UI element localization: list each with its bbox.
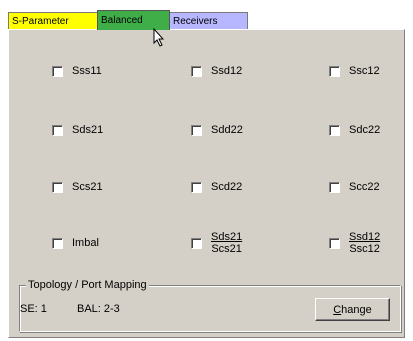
ratio-denominator: Scs21 — [211, 243, 242, 255]
checkbox-scd22[interactable]: Scd22 — [191, 172, 301, 202]
checkbox-box[interactable] — [52, 124, 63, 136]
checkbox-ssc12[interactable]: Ssc12 — [329, 56, 413, 86]
mouse-cursor-icon — [153, 28, 165, 47]
ratio-label: Ssd12 Ssc12 — [349, 231, 380, 255]
checkbox-label: Ssd12 — [211, 65, 243, 77]
checkbox-box[interactable] — [191, 237, 202, 249]
checkbox-label: Scd22 — [211, 181, 243, 193]
group-legend: Topology / Port Mapping — [26, 279, 149, 291]
bal-mapping: BAL: 2-3 — [77, 303, 120, 315]
checkbox-sdd22[interactable]: Sdd22 — [191, 115, 301, 145]
checkbox-box[interactable] — [329, 181, 340, 193]
checkbox-label: Scs21 — [72, 181, 103, 193]
ratio-numerator: Sds21 — [211, 231, 243, 243]
checkbox-sdc22[interactable]: Sdc22 — [329, 115, 413, 145]
checkbox-label: Imbal — [72, 237, 99, 249]
checkbox-label: Sss11 — [72, 65, 102, 77]
checkbox-sss11[interactable]: Sss11 — [52, 56, 162, 86]
checkbox-box[interactable] — [52, 237, 63, 249]
checkbox-label: Sds21 — [72, 124, 104, 136]
checkbox-label: Scc22 — [349, 181, 380, 193]
checkbox-box[interactable] — [191, 181, 202, 193]
checkbox-scc22[interactable]: Scc22 — [329, 172, 413, 202]
tab-s-parameter[interactable]: S-Parameter — [8, 12, 98, 29]
checkbox-sds21-over-scs21[interactable]: Sds21 Scs21 — [191, 228, 301, 258]
ratio-label: Sds21 Scs21 — [211, 231, 242, 255]
checkbox-box[interactable] — [329, 124, 340, 136]
tab-balanced[interactable]: Balanced — [97, 10, 170, 30]
change-button[interactable]: Change — [315, 298, 390, 321]
checkbox-label: Sdc22 — [349, 124, 381, 136]
ratio-denominator: Ssc12 — [349, 243, 380, 255]
checkbox-sds21[interactable]: Sds21 — [52, 115, 162, 145]
checkbox-box[interactable] — [52, 65, 63, 77]
checkbox-box[interactable] — [191, 65, 202, 77]
checkbox-label: Sdd22 — [211, 124, 243, 136]
checkbox-box[interactable] — [329, 237, 340, 249]
checkbox-scs21[interactable]: Scs21 — [52, 172, 162, 202]
checkbox-ssd12-over-ssc12[interactable]: Ssd12 Ssc12 — [329, 228, 413, 258]
checkbox-ssd12[interactable]: Ssd12 — [191, 56, 301, 86]
se-mapping: SE: 1 — [20, 303, 47, 315]
balanced-panel: Sss11 Ssd12 Ssc12 Sds21 Sdd22 Sdc22 Scs2… — [8, 29, 405, 338]
checkbox-box[interactable] — [52, 181, 63, 193]
topology-port-mapping-group: Topology / Port Mapping SE: 1 BAL: 2-3 C… — [19, 279, 401, 332]
checkbox-box[interactable] — [329, 65, 340, 77]
change-button-label: Change — [333, 303, 372, 316]
ratio-numerator: Ssd12 — [349, 231, 381, 243]
checkbox-label: Ssc12 — [349, 65, 380, 77]
checkbox-imbal[interactable]: Imbal — [52, 228, 162, 258]
tab-receivers[interactable]: Receivers — [169, 12, 248, 29]
checkbox-box[interactable] — [191, 124, 202, 136]
